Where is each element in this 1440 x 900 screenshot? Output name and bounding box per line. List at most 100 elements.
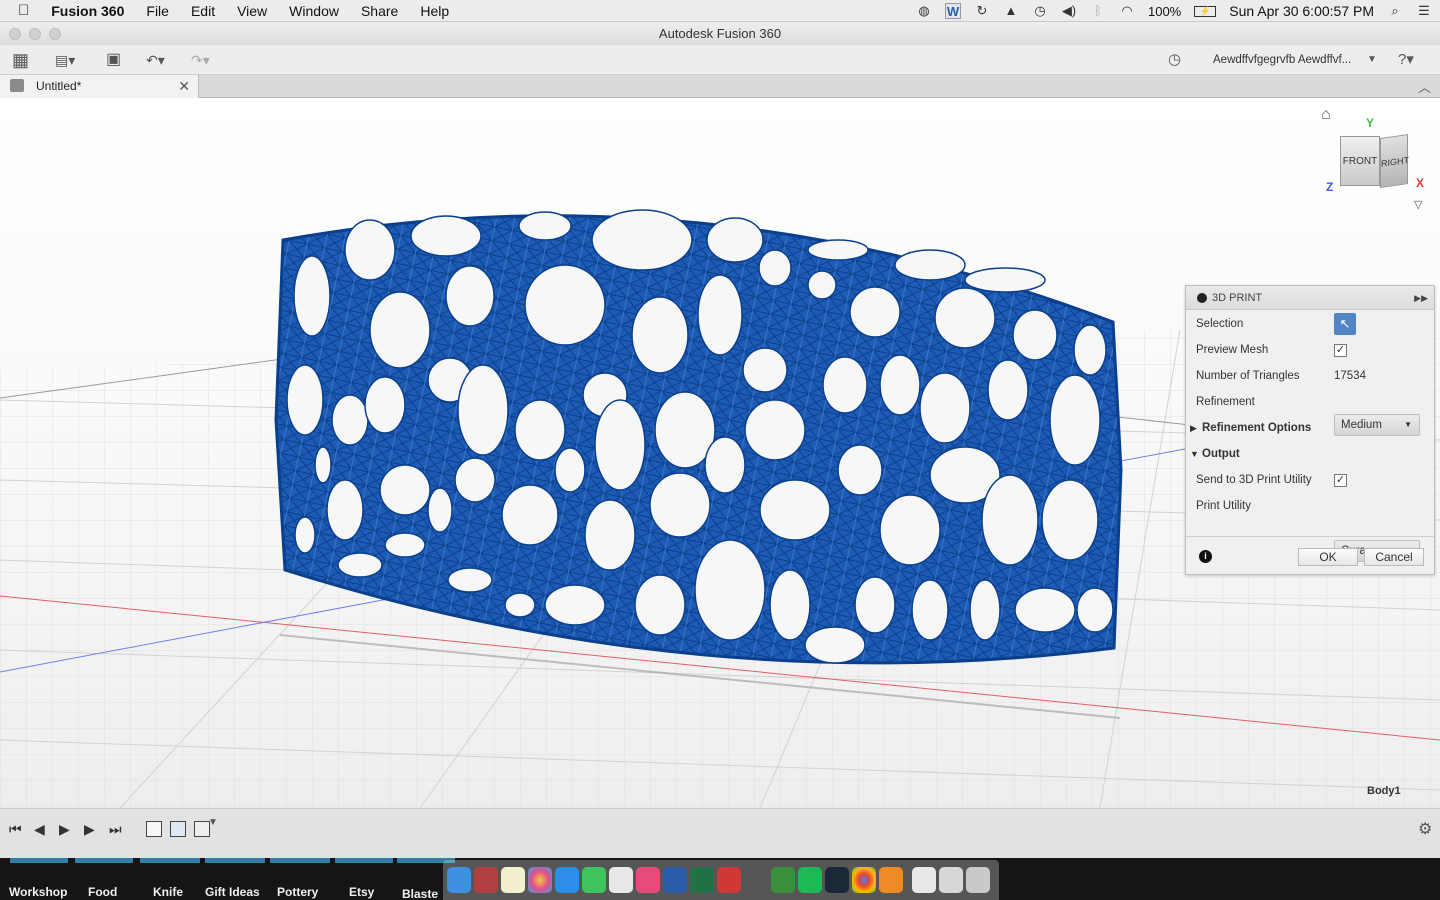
dialog-collapse-icon[interactable] — [1197, 293, 1207, 303]
refinement-value: Medium — [1341, 419, 1382, 431]
pdf-icon[interactable] — [717, 867, 741, 893]
file-menu-icon[interactable]: ▤▾ — [55, 50, 75, 70]
excel-icon[interactable] — [690, 867, 714, 893]
photos-icon[interactable] — [528, 867, 552, 893]
print-utility-label: Print Utility — [1196, 500, 1251, 512]
home-view-icon[interactable]: ⌂ — [1321, 106, 1331, 124]
menu-file[interactable]: File — [135, 3, 180, 19]
menu-edit[interactable]: Edit — [180, 3, 226, 19]
document-tab-bar: Untitled* ✕ ︿ — [0, 75, 1440, 98]
send-to-utility-checkbox[interactable]: ✓ — [1334, 474, 1347, 487]
battery-icon[interactable]: ⚡ — [1194, 5, 1217, 17]
menubar-datetime[interactable]: Sun Apr 30 6:00:57 PM — [1229, 3, 1374, 19]
info-icon[interactable]: i — [1199, 550, 1212, 563]
timeline-marker-icon[interactable]: ▼ — [208, 817, 218, 828]
collapse-chevron-up-icon[interactable]: ︿ — [1418, 77, 1431, 96]
status-bluetooth-icon[interactable]: ᛒ — [1090, 3, 1106, 19]
bookmark-blaste[interactable]: Blaste — [402, 887, 438, 900]
step-forward-icon[interactable]: ▶ — [84, 821, 95, 838]
go-to-end-icon[interactable]: ⏭ — [109, 821, 122, 838]
downloads-stack-icon[interactable] — [939, 867, 963, 893]
facetime-icon[interactable] — [582, 867, 606, 893]
chrome-icon[interactable] — [852, 867, 876, 893]
close-tab-icon[interactable]: ✕ — [178, 75, 190, 98]
spotlight-search-icon[interactable]: ⌕ — [1387, 3, 1403, 19]
output-header[interactable]: Output — [1202, 444, 1240, 464]
user-menu-chevron-icon[interactable]: ▼ — [1367, 50, 1377, 70]
bookmark-etsy[interactable]: Etsy — [349, 885, 374, 899]
timeline-extrude-feature-icon[interactable] — [170, 821, 186, 837]
window-zoom-button[interactable] — [49, 28, 61, 40]
dialog-expand-icon[interactable]: ▶▶ — [1414, 286, 1428, 310]
body-name-label: Body1 — [1367, 785, 1401, 797]
refinement-options-header[interactable]: Refinement Options — [1202, 418, 1311, 438]
photo-booth-icon[interactable] — [474, 867, 498, 893]
undo-icon[interactable]: ↶▾ — [146, 50, 165, 70]
bookmark-workshop[interactable]: Workshop — [9, 885, 67, 899]
itunes-icon[interactable] — [636, 867, 660, 893]
bookmark-food[interactable]: Food — [88, 885, 117, 899]
help-icon[interactable]: ?▾ — [1398, 50, 1414, 70]
ok-button[interactable]: OK — [1298, 548, 1358, 566]
window-close-button[interactable] — [9, 28, 21, 40]
notification-center-icon[interactable]: ☰ — [1416, 3, 1432, 19]
selection-pointer-button[interactable]: ↖ — [1334, 313, 1356, 335]
menu-help[interactable]: Help — [409, 3, 460, 19]
body-mesh — [274, 209, 1123, 665]
app-store-icon[interactable] — [555, 867, 579, 893]
play-icon[interactable]: ▶ — [59, 821, 70, 838]
steam-icon[interactable] — [825, 867, 849, 893]
save-icon[interactable]: ▣ — [106, 50, 121, 70]
menu-app-name[interactable]: Fusion 360 — [40, 3, 135, 19]
refinement-dropdown[interactable]: Medium ▼ — [1334, 414, 1420, 436]
apple-icon[interactable]:  — [0, 2, 40, 19]
status-word-icon[interactable]: W — [944, 3, 961, 19]
bookmark-pottery[interactable]: Pottery — [277, 885, 318, 899]
collapse-down-icon[interactable]: ▼ — [1190, 444, 1199, 464]
go-to-start-icon[interactable]: ⏮ — [9, 821, 22, 838]
status-timemachine-icon[interactable]: ◷ — [1032, 3, 1048, 19]
fusion-360-icon[interactable] — [879, 867, 903, 893]
menu-share[interactable]: Share — [350, 3, 409, 19]
bookmark-gift-ideas[interactable]: Gift Ideas — [205, 885, 260, 899]
redo-icon[interactable]: ↷▾ — [191, 50, 210, 70]
status-wifi-icon[interactable]: ◠ — [1119, 3, 1135, 19]
data-panel-grid-icon[interactable]: ▦ — [12, 50, 29, 70]
cancel-button[interactable]: Cancel — [1364, 548, 1424, 566]
documents-stack-icon[interactable] — [912, 867, 936, 893]
window-title-bar: Autodesk Fusion 360 — [0, 22, 1440, 45]
view-cube-menu-icon[interactable]: ▽ — [1414, 198, 1422, 211]
finder-icon[interactable] — [447, 867, 471, 893]
3d-print-dialog: 3D PRINT ▶▶ Selection ↖ Preview Mesh ✓ N… — [1185, 285, 1435, 575]
trash-icon[interactable] — [966, 867, 990, 893]
dialog-header[interactable]: 3D PRINT ▶▶ — [1186, 286, 1434, 310]
menu-window[interactable]: Window — [278, 3, 350, 19]
notes-icon[interactable] — [501, 867, 525, 893]
spotify-icon[interactable] — [798, 867, 822, 893]
view-cube-front[interactable]: FRONT — [1340, 136, 1380, 186]
menu-view[interactable]: View — [226, 3, 278, 19]
evernote-icon[interactable] — [771, 867, 795, 893]
sketch-star-icon[interactable] — [609, 867, 633, 893]
chevron-down-icon: ▼ — [1404, 420, 1412, 429]
user-account-menu[interactable]: Aewdffvfgegrvfb Aewdffvf... — [1213, 50, 1351, 70]
step-back-icon[interactable]: ◀ — [34, 821, 45, 838]
axis-y-label: Y — [1366, 116, 1375, 130]
view-cube[interactable]: FRONT RIGHT — [1340, 134, 1410, 194]
timeline-settings-gear-icon[interactable]: ⚙ — [1418, 819, 1432, 839]
status-volume-icon[interactable]: ◀) — [1061, 3, 1077, 19]
view-cube-right[interactable]: RIGHT — [1380, 134, 1409, 188]
status-globe-icon[interactable]: ◍ — [916, 3, 932, 19]
status-drive-icon[interactable]: ▲ — [1003, 3, 1019, 19]
system-preferences-icon[interactable] — [744, 867, 768, 893]
bookmark-knife[interactable]: Knife — [153, 885, 183, 899]
document-tab[interactable]: Untitled* ✕ — [0, 75, 199, 98]
preview-mesh-checkbox[interactable]: ✓ — [1334, 344, 1347, 357]
app-toolbar: ▦ ▤▾ ▣ ↶▾ ↷▾ ◷ Aewdffvfgegrvfb Aewdffvf.… — [0, 45, 1440, 75]
word-icon[interactable] — [663, 867, 687, 893]
timeline-sketch-feature-icon[interactable] — [146, 821, 162, 837]
expand-right-icon[interactable]: ▶ — [1190, 418, 1197, 438]
status-sync-icon[interactable]: ↻ — [974, 3, 990, 19]
window-minimize-button[interactable] — [29, 28, 41, 40]
job-status-clock-icon[interactable]: ◷ — [1168, 50, 1181, 70]
